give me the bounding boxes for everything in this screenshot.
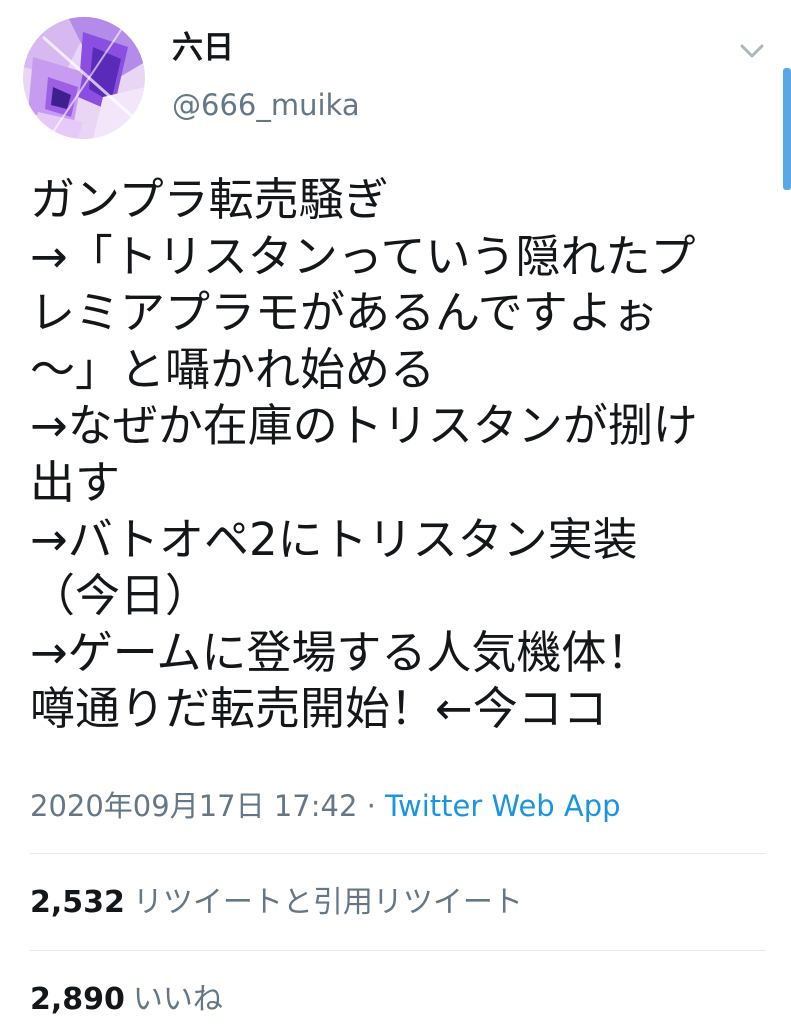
tweet-line: レミアプラモがあるんですよぉ [30, 286, 658, 340]
likes-label: いいね [132, 982, 223, 1017]
tweet-line: →バトオペ2にトリスタン実装 [30, 512, 638, 566]
tweet-line: 〜」と囁かれ始める [30, 342, 436, 396]
tweet-line: ガンプラ転売騒ぎ [30, 173, 389, 226]
tweet-line: →「トリスタンっていう隠れたプ [30, 229, 696, 283]
divider [30, 853, 765, 854]
likes-stat[interactable]: 2,890 いいね [30, 980, 223, 1020]
timestamp[interactable]: 2020年09月17日 17:42 [30, 789, 357, 823]
source-link[interactable]: Twitter Web App [385, 789, 621, 823]
tweet-line: →なぜか在庫のトリスタンが捌け [30, 399, 698, 453]
chevron-down-icon[interactable] [734, 36, 770, 66]
retweets-count: 2,532 [30, 885, 125, 920]
avatar-image [23, 17, 145, 139]
tweet-text: ガンプラ転売騒ぎ →「トリスタンっていう隠れたプ レミアプラモがあるんですよぉ … [30, 172, 775, 738]
user-handle[interactable]: @666_muika [172, 87, 360, 123]
tweet-line: （今日） [30, 569, 211, 623]
scrollbar[interactable] [783, 68, 791, 190]
meta-separator: · [357, 789, 386, 823]
tweet-line: 出す [30, 455, 121, 509]
likes-count: 2,890 [30, 982, 125, 1017]
avatar[interactable] [23, 17, 145, 139]
display-name[interactable]: 六日 [172, 28, 234, 68]
retweets-stat[interactable]: 2,532 リツイートと引用リツイート [30, 883, 523, 923]
tweet-meta: 2020年09月17日 17:42 · Twitter Web App [30, 786, 621, 826]
retweets-label: リツイートと引用リツイート [132, 885, 523, 920]
tweet-line: →ゲームに登場する人気機体！ [30, 625, 652, 679]
tweet-line: 噂通りだ転売開始！←今ココ [30, 682, 608, 736]
divider [30, 950, 765, 951]
